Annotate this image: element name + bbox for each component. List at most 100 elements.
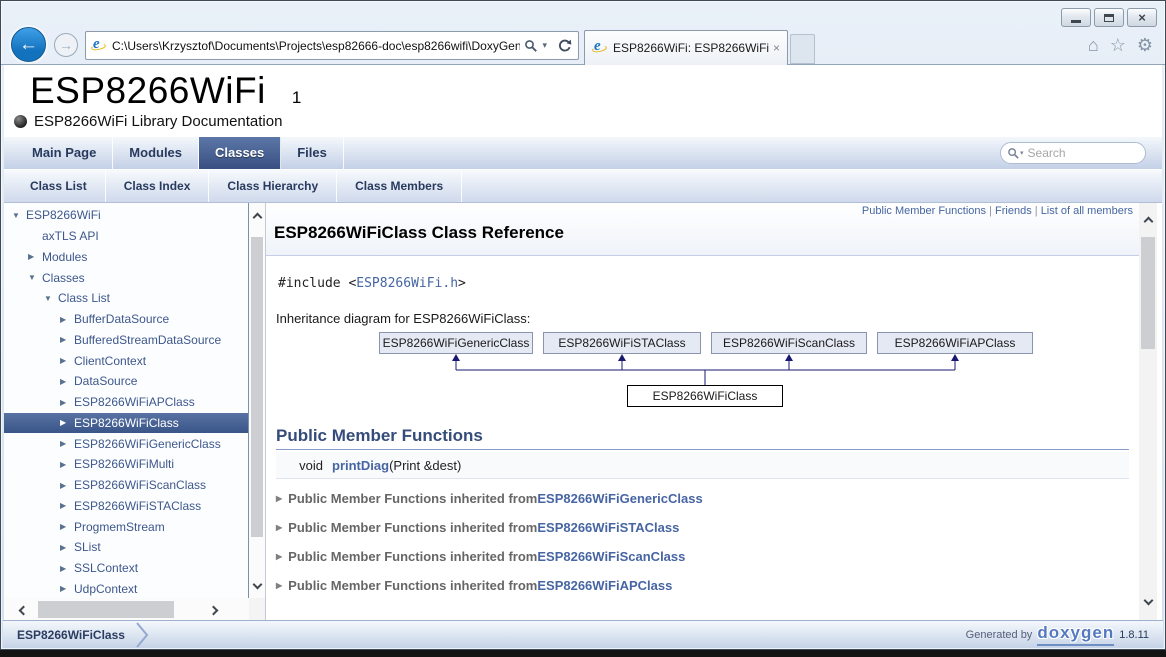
inherited-section[interactable]: ▶ Public Member Functions inherited from…	[276, 547, 1129, 566]
tree-item-label[interactable]: SList	[74, 540, 101, 554]
tab-classes[interactable]: Classes	[199, 137, 281, 169]
summary-link-all-members[interactable]: List of all members	[1041, 205, 1133, 217]
tree-item-label[interactable]: ESP8266WiFiClass	[74, 416, 179, 430]
tree-expand-icon[interactable]: ▶	[60, 398, 74, 407]
tree-item-label[interactable]: ESP8266WiFiSTAClass	[74, 499, 201, 513]
tree-expand-icon[interactable]: ▶	[60, 460, 74, 469]
tree-item-esp8266wifiapclass[interactable]: ▶ESP8266WiFiAPClass	[4, 392, 248, 413]
scroll-up-button[interactable]	[1140, 211, 1156, 231]
tree-expand-icon[interactable]: ▶	[28, 252, 42, 261]
tree-expand-icon[interactable]: ▼	[44, 294, 58, 303]
tree-item-esp8266wifiscanclass[interactable]: ▶ESP8266WiFiScanClass	[4, 475, 248, 496]
scroll-up-button[interactable]	[249, 207, 265, 227]
tree-expand-icon[interactable]: ▼	[12, 211, 26, 220]
address-bar[interactable]: e C:\Users\Krzysztof\Documents\Projects\…	[85, 31, 579, 60]
sidebar-vertical-scrollbar[interactable]	[249, 203, 265, 598]
tree-item-label[interactable]: ProgmemStream	[74, 520, 165, 534]
tree-expand-icon[interactable]: ▶	[60, 439, 74, 448]
tree-expand-icon[interactable]: ▶	[60, 356, 74, 365]
diagram-node[interactable]: ESP8266WiFiGenericClass	[379, 332, 533, 354]
favorites-icon[interactable]: ☆	[1110, 34, 1126, 56]
tree-item-label[interactable]: SSLContext	[74, 561, 138, 575]
tab-files[interactable]: Files	[281, 137, 344, 169]
tree-item-classes[interactable]: ▼Classes	[4, 267, 248, 288]
tab-main-page[interactable]: Main Page	[16, 137, 113, 169]
tree-item-label[interactable]: ESP8266WiFiGenericClass	[74, 437, 221, 451]
inherited-section[interactable]: ▶ Public Member Functions inherited from…	[276, 576, 1129, 595]
member-name-link[interactable]: printDiag	[332, 458, 389, 473]
tree-expand-icon[interactable]: ▶	[60, 564, 74, 573]
diagram-node[interactable]: ESP8266WiFiAPClass	[877, 332, 1033, 354]
tree-item-label[interactable]: ClientContext	[74, 354, 146, 368]
scroll-down-button[interactable]	[249, 574, 265, 594]
search-dropdown-icon[interactable]: ▾	[542, 41, 547, 50]
scroll-thumb[interactable]	[38, 601, 174, 618]
doxygen-logo[interactable]: doxygen	[1037, 623, 1114, 646]
tree-item-axtls-api[interactable]: axTLS API	[4, 226, 248, 247]
diagram-node[interactable]: ESP8266WiFiSTAClass	[543, 332, 701, 354]
tree-item-label[interactable]: ESP8266WiFiScanClass	[74, 478, 206, 492]
tree-expand-icon[interactable]: ▶	[60, 315, 74, 324]
browser-tab[interactable]: e ESP8266WiFi: ESP8266WiFi... ×	[584, 30, 788, 65]
tree-item-esp8266wificlass[interactable]: ▶ESP8266WiFiClass	[4, 413, 248, 434]
tree-expand-icon[interactable]: ▶	[60, 584, 74, 593]
tree-expand-icon[interactable]: ▶	[60, 481, 74, 490]
content-vertical-scrollbar[interactable]	[1139, 203, 1157, 620]
diagram-node[interactable]: ESP8266WiFiScanClass	[711, 332, 867, 354]
tree-item-datasource[interactable]: ▶DataSource	[4, 371, 248, 392]
tree-item-bufferdatasource[interactable]: ▶BufferDataSource	[4, 309, 248, 330]
back-button[interactable]: ←	[11, 27, 46, 62]
tree-item-clientcontext[interactable]: ▶ClientContext	[4, 350, 248, 371]
tree-item-class-list[interactable]: ▼Class List	[4, 288, 248, 309]
tree-item-sslcontext[interactable]: ▶SSLContext	[4, 558, 248, 579]
search-icon[interactable]	[524, 39, 538, 53]
tree-item-label[interactable]: BufferDataSource	[74, 312, 169, 326]
tree-item-label[interactable]: Classes	[42, 271, 85, 285]
tree-item-esp8266wifigenericclass[interactable]: ▶ESP8266WiFiGenericClass	[4, 433, 248, 454]
subtab-class-members[interactable]: Class Members	[337, 170, 462, 202]
tree-expand-icon[interactable]: ▶	[60, 543, 74, 552]
tree-expand-icon[interactable]: ▶	[60, 335, 74, 344]
minimize-button[interactable]	[1061, 8, 1091, 27]
tree-expand-icon[interactable]: ▼	[28, 273, 42, 282]
tree-expand-icon[interactable]: ▶	[60, 418, 74, 427]
search-box[interactable]: ▾	[1000, 142, 1146, 164]
tree-item-esp8266wifimulti[interactable]: ▶ESP8266WiFiMulti	[4, 454, 248, 475]
tree-expand-icon[interactable]: ▶	[60, 501, 74, 510]
tools-icon[interactable]: ⚙	[1137, 34, 1153, 56]
close-button[interactable]: ×	[1127, 8, 1157, 27]
tree-expand-icon[interactable]: ▶	[60, 522, 74, 531]
tab-modules[interactable]: Modules	[113, 137, 199, 169]
tree-item-label[interactable]: axTLS API	[42, 229, 99, 243]
tree-item-udpcontext[interactable]: ▶UdpContext	[4, 579, 248, 599]
tab-close-icon[interactable]: ×	[773, 41, 780, 55]
tree-item-label[interactable]: Modules	[42, 250, 87, 264]
tree-item-label[interactable]: DataSource	[74, 374, 137, 388]
refresh-icon[interactable]	[557, 38, 573, 54]
tree-item-label[interactable]: ESP8266WiFiAPClass	[74, 395, 195, 409]
inherited-section[interactable]: ▶ Public Member Functions inherited from…	[276, 518, 1129, 537]
include-file-link[interactable]: ESP8266WiFi.h	[356, 276, 458, 291]
inherited-class-link[interactable]: ESP8266WiFiSTAClass	[537, 520, 679, 535]
breadcrumb-item[interactable]: ESP8266WiFiClass	[17, 628, 125, 642]
subtab-class-hierarchy[interactable]: Class Hierarchy	[209, 170, 337, 202]
tree-item-slist[interactable]: ▶SList	[4, 537, 248, 558]
home-icon[interactable]: ⌂	[1088, 34, 1099, 56]
tree-expand-icon[interactable]: ▶	[60, 377, 74, 386]
tree-item-label[interactable]: Class List	[58, 291, 110, 305]
scroll-down-button[interactable]	[1140, 590, 1156, 610]
scroll-right-button[interactable]	[202, 598, 224, 620]
summary-link-friends[interactable]: Friends	[995, 205, 1032, 217]
inherited-class-link[interactable]: ESP8266WiFiAPClass	[537, 578, 672, 593]
tree-item-label[interactable]: BufferedStreamDataSource	[74, 333, 221, 347]
search-filter-caret-icon[interactable]: ▾	[1020, 150, 1024, 157]
inherited-class-link[interactable]: ESP8266WiFiGenericClass	[537, 491, 702, 506]
inherited-section[interactable]: ▶ Public Member Functions inherited from…	[276, 489, 1129, 508]
scroll-left-button[interactable]	[12, 598, 34, 620]
tree-item-label[interactable]: UdpContext	[74, 582, 137, 596]
forward-button[interactable]: →	[54, 33, 78, 57]
tree-item-modules[interactable]: ▶Modules	[4, 247, 248, 268]
tree-item-bufferedstreamdatasource[interactable]: ▶BufferedStreamDataSource	[4, 330, 248, 351]
tree-item-label[interactable]: ESP8266WiFi	[26, 208, 101, 222]
tree-item-esp8266wifi[interactable]: ▼ESP8266WiFi	[4, 205, 248, 226]
